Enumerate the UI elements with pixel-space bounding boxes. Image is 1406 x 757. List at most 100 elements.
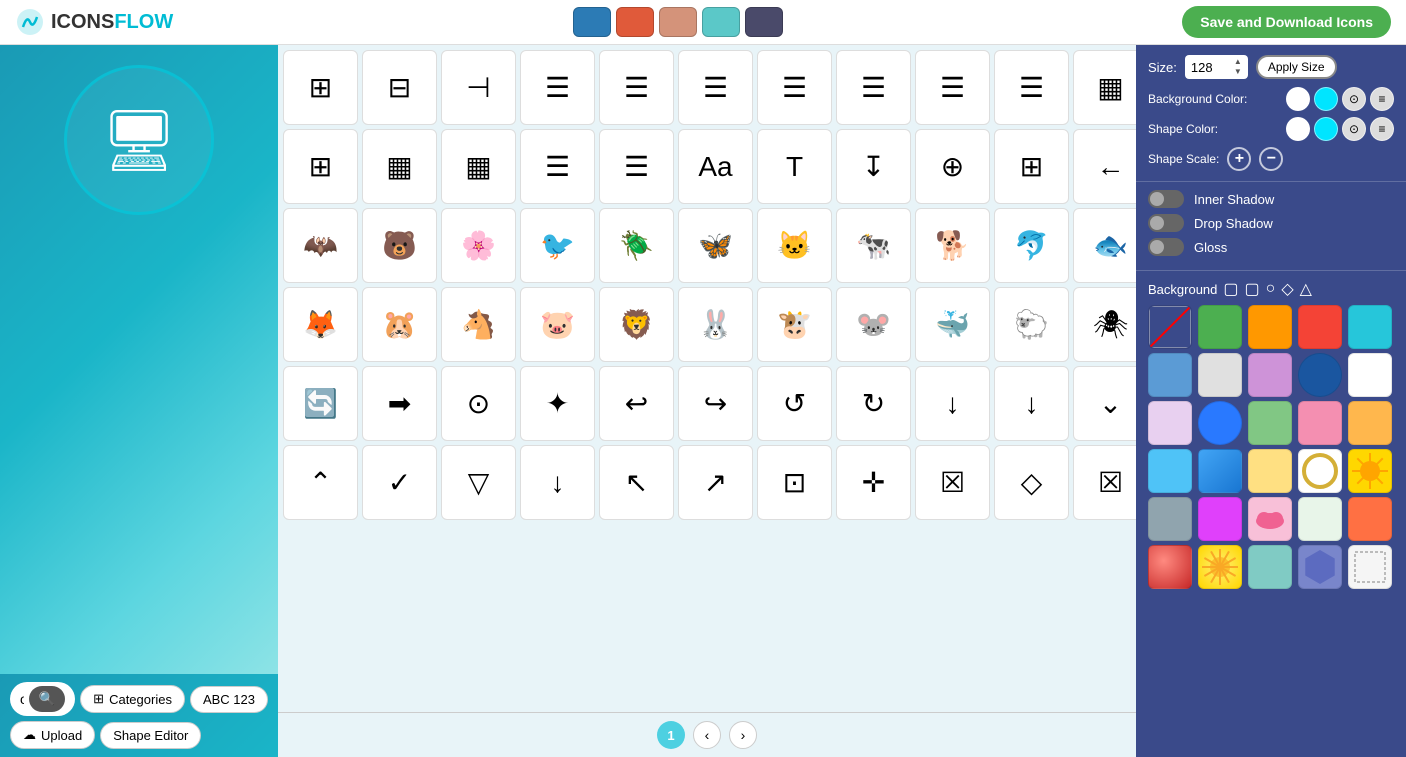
- icon-cell[interactable]: 🐹: [362, 287, 437, 362]
- bg-swatch[interactable]: [1298, 353, 1342, 397]
- icon-cell[interactable]: ▦: [362, 129, 437, 204]
- bg-swatch[interactable]: [1248, 305, 1292, 349]
- save-download-button[interactable]: Save and Download Icons: [1182, 6, 1391, 38]
- bg-color-picker1[interactable]: ⊙: [1342, 87, 1366, 111]
- bg-swatch[interactable]: [1348, 401, 1392, 445]
- icon-cell[interactable]: ⊙: [441, 366, 516, 441]
- header-swatch-1[interactable]: [573, 7, 611, 37]
- shape-editor-button[interactable]: Shape Editor: [100, 722, 201, 749]
- icon-cell[interactable]: 🦊: [283, 287, 358, 362]
- icon-cell[interactable]: 🐬: [994, 208, 1069, 283]
- header-swatch-2[interactable]: [616, 7, 654, 37]
- scale-decrease-button[interactable]: −: [1259, 147, 1283, 171]
- search-input[interactable]: [20, 691, 24, 707]
- icon-cell[interactable]: ✦: [520, 366, 595, 441]
- inner-shadow-toggle[interactable]: [1148, 190, 1184, 208]
- bg-swatch[interactable]: [1198, 401, 1242, 445]
- icon-cell[interactable]: 🐦: [520, 208, 595, 283]
- icon-cell[interactable]: ☰: [994, 50, 1069, 125]
- size-up-arrow[interactable]: ▲: [1234, 57, 1242, 67]
- bg-color-cyan[interactable]: [1314, 87, 1338, 111]
- bg-swatch[interactable]: [1248, 497, 1292, 541]
- icon-cell[interactable]: ▦: [1073, 50, 1136, 125]
- icon-cell[interactable]: ▦: [441, 129, 516, 204]
- icon-cell[interactable]: ⊟: [362, 50, 437, 125]
- header-swatch-3[interactable]: [659, 7, 697, 37]
- icon-cell[interactable]: ↩: [599, 366, 674, 441]
- bg-swatch[interactable]: [1148, 497, 1192, 541]
- size-input[interactable]: [1191, 60, 1231, 75]
- icon-cell[interactable]: ↓: [915, 366, 990, 441]
- shape-color-picker1[interactable]: ⊙: [1342, 117, 1366, 141]
- bg-shape-square2[interactable]: ▢: [1245, 279, 1260, 299]
- icon-cell[interactable]: ↧: [836, 129, 911, 204]
- shape-color-white[interactable]: [1286, 117, 1310, 141]
- bg-swatch[interactable]: [1198, 305, 1242, 349]
- categories-button[interactable]: ⊞ Categories: [80, 685, 185, 713]
- icon-grid-scroll[interactable]: ⊞⊟⊣☰☰☰☰☰☰☰▦▦▤▤⊞▦▦☰☰AaT↧⊕⊞←⊞→↑🦇🐻🌸🐦🪲🦋🐱🐄🐕🐬🐟…: [278, 45, 1136, 712]
- apply-size-button[interactable]: Apply Size: [1256, 55, 1337, 79]
- icon-cell[interactable]: 🐟: [1073, 208, 1136, 283]
- icon-cell[interactable]: ⌄: [1073, 366, 1136, 441]
- icon-cell[interactable]: 🔄: [283, 366, 358, 441]
- shape-color-picker2[interactable]: ≡: [1370, 117, 1394, 141]
- icon-cell[interactable]: ✓: [362, 445, 437, 520]
- icon-cell[interactable]: ◇: [994, 445, 1069, 520]
- header-swatch-5[interactable]: [745, 7, 783, 37]
- header-swatch-4[interactable]: [702, 7, 740, 37]
- bg-swatch[interactable]: [1298, 449, 1342, 493]
- bg-swatch[interactable]: [1148, 449, 1192, 493]
- bg-shape-triangle[interactable]: △: [1300, 279, 1312, 299]
- icon-cell[interactable]: 🐰: [678, 287, 753, 362]
- drop-shadow-toggle[interactable]: [1148, 214, 1184, 232]
- icon-cell[interactable]: ↓: [520, 445, 595, 520]
- bg-swatch[interactable]: [1248, 401, 1292, 445]
- bg-swatch[interactable]: [1298, 305, 1342, 349]
- bg-color-picker2[interactable]: ≡: [1370, 87, 1394, 111]
- icon-cell[interactable]: 🐴: [441, 287, 516, 362]
- icon-cell[interactable]: 🐮: [757, 287, 832, 362]
- icon-cell[interactable]: ⌃: [283, 445, 358, 520]
- bg-swatch[interactable]: [1148, 401, 1192, 445]
- icon-cell[interactable]: ☰: [915, 50, 990, 125]
- icon-cell[interactable]: 🐻: [362, 208, 437, 283]
- icon-cell[interactable]: ⊞: [283, 129, 358, 204]
- bg-swatch[interactable]: [1248, 449, 1292, 493]
- bg-swatch[interactable]: [1198, 449, 1242, 493]
- bg-swatch[interactable]: [1348, 305, 1392, 349]
- bg-swatch[interactable]: [1348, 497, 1392, 541]
- bg-swatch[interactable]: [1148, 353, 1192, 397]
- shape-color-cyan[interactable]: [1314, 117, 1338, 141]
- icon-cell[interactable]: ↺: [757, 366, 832, 441]
- bg-swatch[interactable]: [1248, 545, 1292, 589]
- icon-cell[interactable]: ☰: [599, 129, 674, 204]
- icon-cell[interactable]: ✛: [836, 445, 911, 520]
- icon-cell[interactable]: 🐭: [836, 287, 911, 362]
- icon-cell[interactable]: ☒: [1073, 445, 1136, 520]
- icon-cell[interactable]: ☰: [599, 50, 674, 125]
- icon-cell[interactable]: ☰: [520, 50, 595, 125]
- icon-cell[interactable]: 🦋: [678, 208, 753, 283]
- icon-cell[interactable]: ⊞: [994, 129, 1069, 204]
- icon-cell[interactable]: ☰: [836, 50, 911, 125]
- icon-cell[interactable]: ↖: [599, 445, 674, 520]
- icon-cell[interactable]: ➡: [362, 366, 437, 441]
- icon-cell[interactable]: ☰: [757, 50, 832, 125]
- bg-swatch[interactable]: [1298, 401, 1342, 445]
- gloss-toggle[interactable]: [1148, 238, 1184, 256]
- icon-cell[interactable]: 🦁: [599, 287, 674, 362]
- bg-swatch[interactable]: [1198, 545, 1242, 589]
- icon-cell[interactable]: 🐷: [520, 287, 595, 362]
- icon-cell[interactable]: ☒: [915, 445, 990, 520]
- icon-cell[interactable]: 🪲: [599, 208, 674, 283]
- bg-swatch[interactable]: [1348, 353, 1392, 397]
- bg-swatch[interactable]: [1148, 545, 1192, 589]
- icon-cell[interactable]: ☰: [678, 50, 753, 125]
- icon-cell[interactable]: ☰: [520, 129, 595, 204]
- icon-cell[interactable]: ↪: [678, 366, 753, 441]
- icon-cell[interactable]: ←: [1073, 129, 1136, 204]
- icon-cell[interactable]: T: [757, 129, 832, 204]
- icon-cell[interactable]: 🐳: [915, 287, 990, 362]
- icon-cell[interactable]: ▽: [441, 445, 516, 520]
- icon-cell[interactable]: ⊡: [757, 445, 832, 520]
